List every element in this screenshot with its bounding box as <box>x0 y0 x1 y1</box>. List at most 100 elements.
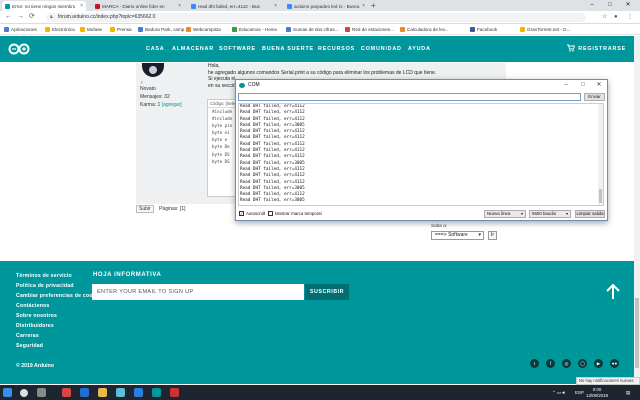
edge-icon[interactable] <box>80 388 89 397</box>
close-window-button[interactable]: ✕ <box>620 0 636 11</box>
bookmark-item[interactable]: GranTorrent.net - D... <box>520 24 570 35</box>
post-line: he agregado algunos comandos Serial.prin… <box>208 69 437 76</box>
footer-link[interactable]: Términos de servicio <box>16 273 72 279</box>
avatar[interactable] <box>142 63 164 77</box>
footer-link[interactable]: Cambiar preferencias de cook <box>16 293 96 299</box>
minimize-button[interactable]: – <box>584 0 600 11</box>
line-ending-select[interactable]: Nueva línea ▾ <box>484 210 526 218</box>
clear-output-button[interactable]: Limpiar salida <box>575 210 605 218</box>
store-icon[interactable] <box>116 388 125 397</box>
footer-link[interactable]: Seguridad <box>16 343 43 349</box>
nav-item-store[interactable]: ALMACENAR <box>172 36 214 62</box>
forward-arrow-icon[interactable]: → <box>17 12 24 22</box>
nav-item-resources[interactable]: RECURSOS <box>318 36 355 62</box>
jump-go-button[interactable]: Ir <box>488 231 497 240</box>
bookmark-item[interactable]: Sumas de dos cifras... <box>286 24 338 35</box>
back-to-top-arrow-icon[interactable] <box>604 283 622 301</box>
bookmark-item[interactable]: Electrónica <box>45 24 75 35</box>
footer-link[interactable]: Carreras <box>16 333 39 339</box>
minimize-button[interactable]: – <box>558 80 574 91</box>
notifications-icon[interactable]: ▤ <box>626 385 630 400</box>
browser-tab[interactable]: MARCA - Diario online líder en × <box>92 1 184 11</box>
youtube-icon[interactable]: ▶ <box>594 359 603 368</box>
language-indicator[interactable]: ESP <box>575 385 584 400</box>
scroll-up-button[interactable]: Subir <box>136 205 154 213</box>
maximize-button[interactable]: □ <box>575 80 591 91</box>
back-arrow-icon[interactable]: ← <box>5 12 12 22</box>
bookmark-item[interactable]: Bedura Park, camp... <box>138 24 188 35</box>
search-icon[interactable] <box>20 389 28 397</box>
facebook-icon[interactable]: f <box>546 359 555 368</box>
serial-monitor-titlebar[interactable]: COM – □ ✕ <box>236 80 607 91</box>
close-tab-icon[interactable]: × <box>362 3 365 9</box>
app-icon[interactable] <box>170 388 179 397</box>
bookmark-item[interactable]: Aplicaciones <box>4 24 37 35</box>
post-line: Hola, <box>208 63 220 69</box>
opera-icon[interactable] <box>62 388 71 397</box>
chrome-icon[interactable] <box>134 388 143 397</box>
menu-icon[interactable]: ⋮ <box>627 13 633 22</box>
task-view-icon[interactable] <box>37 388 46 397</box>
file-explorer-icon[interactable] <box>98 388 107 397</box>
bookmark-item[interactable]: Calculadora de lev... <box>400 24 449 35</box>
jump-to-select[interactable]: ===> Software ▾ <box>431 231 484 240</box>
footer-link[interactable]: Sobre nosotros <box>16 313 57 319</box>
star-icon[interactable]: ☆ <box>602 13 607 22</box>
browser-tab[interactable]: read dht failed, err=4112 - Bus × <box>188 1 280 11</box>
send-button[interactable]: Enviar <box>584 93 605 101</box>
close-tab-icon[interactable]: × <box>274 3 277 9</box>
bookmark-label: Bedura Park, camp... <box>145 27 189 32</box>
browser-tab[interactable]: Error: no tiene ningún miembro × <box>2 1 86 11</box>
arduino-ide-icon[interactable] <box>152 388 161 397</box>
new-tab-button[interactable]: + <box>371 1 376 10</box>
autoscroll-checkbox[interactable]: ✓ Autoscroll <box>239 211 265 216</box>
nav-item-edu[interactable]: BUENA SUERTE <box>262 36 314 62</box>
scroll-thumb[interactable] <box>635 298 639 368</box>
user-rank: Novato <box>140 86 156 92</box>
footer-link[interactable]: Contáctenos <box>16 303 50 309</box>
baud-rate-select[interactable]: 9600 baudio ▾ <box>529 210 571 218</box>
nav-item-community[interactable]: COMUNIDAD <box>361 36 402 62</box>
close-button[interactable]: ✕ <box>591 80 607 91</box>
bookmark-item[interactable]: Webcampista <box>186 24 221 35</box>
maximize-button[interactable]: □ <box>602 0 618 11</box>
twitter-icon[interactable]: t <box>530 359 539 368</box>
bookmark-item[interactable]: Educamos - Home <box>232 24 277 35</box>
close-tab-icon[interactable]: × <box>178 3 181 9</box>
instagram-icon[interactable]: ◎ <box>562 359 571 368</box>
bookmark-item[interactable]: Red de estaciones... <box>345 24 394 35</box>
subscribe-button[interactable]: SUSCRIBIR <box>305 284 349 300</box>
footer-link[interactable]: Distribuidores <box>16 323 54 329</box>
close-tab-icon[interactable]: × <box>80 3 83 9</box>
bookmark-item[interactable]: Prensa <box>110 24 132 35</box>
bookmark-item[interactable]: Mufase <box>80 24 102 35</box>
timestamp-checkbox[interactable]: Mostrar marca temporal <box>268 211 322 216</box>
arduino-logo-icon[interactable] <box>8 42 30 56</box>
url-field[interactable]: 🔒︎ forum.arduino.cc/index.php?topic=6356… <box>46 13 586 22</box>
flickr-icon[interactable]: ●● <box>610 359 619 368</box>
karma-add-link[interactable]: [agregar] <box>162 102 182 108</box>
account-icon[interactable]: ● <box>614 13 618 22</box>
bookmark-item[interactable]: Facebook <box>470 24 497 35</box>
nav-item-software[interactable]: SOFTWARE <box>219 36 256 62</box>
windows-start-icon[interactable] <box>3 388 12 397</box>
serial-scrollbar[interactable] <box>598 104 603 205</box>
footer-link[interactable]: Política de privacidad <box>16 283 74 289</box>
pages-label[interactable]: Páginas: [1] <box>159 206 185 212</box>
system-tray-icons[interactable]: ⌃ ▭ 🔊︎ <box>552 385 565 400</box>
register-link[interactable]: REGISTRARSE <box>578 36 626 62</box>
bookmark-label: Red de estaciones... <box>352 27 394 32</box>
serial-input[interactable] <box>238 93 581 101</box>
cart-icon[interactable] <box>567 44 575 52</box>
serial-output[interactable]: Read DHT failed, err=4112 Read DHT failed… <box>238 103 604 206</box>
scroll-thumb[interactable] <box>599 189 602 203</box>
page-scrollbar[interactable] <box>634 36 640 384</box>
bookmark-icon <box>110 27 115 32</box>
browser-tab[interactable]: arduino parpadeo led rx - Busca × <box>284 1 368 11</box>
reload-icon[interactable]: ⟳ <box>29 12 35 22</box>
github-icon[interactable]: ◯ <box>578 359 587 368</box>
newsletter-email-input[interactable]: ENTER YOUR EMAIL TO SIGN UP <box>92 284 304 300</box>
nav-item-home[interactable]: CASA <box>146 36 164 62</box>
clock[interactable]: 0:00 13/09/2019 <box>586 387 608 398</box>
nav-item-help[interactable]: AYUDA <box>408 36 431 62</box>
